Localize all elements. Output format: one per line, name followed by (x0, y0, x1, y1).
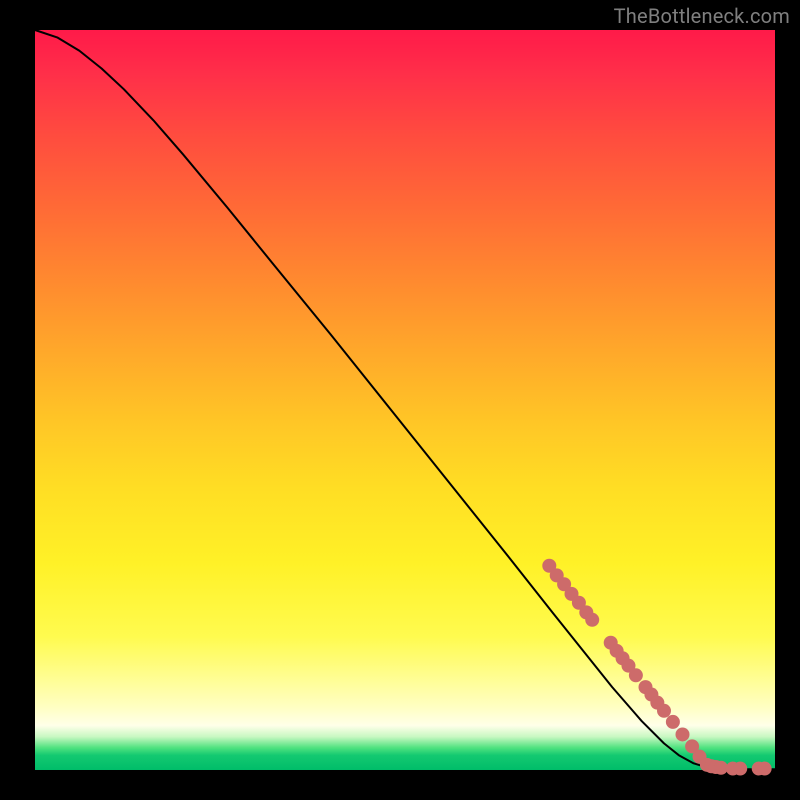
attribution-label: TheBottleneck.com (614, 4, 790, 28)
data-marker (676, 727, 690, 741)
data-marker (666, 715, 680, 729)
data-marker (657, 704, 671, 718)
bottleneck-curve (35, 30, 775, 769)
chart-stage: TheBottleneck.com (0, 0, 800, 800)
data-markers (542, 559, 771, 776)
data-marker (585, 613, 599, 627)
plot-area (35, 30, 775, 770)
plot-svg (35, 30, 775, 770)
data-marker (629, 668, 643, 682)
data-marker (758, 762, 772, 776)
data-marker (733, 762, 747, 776)
